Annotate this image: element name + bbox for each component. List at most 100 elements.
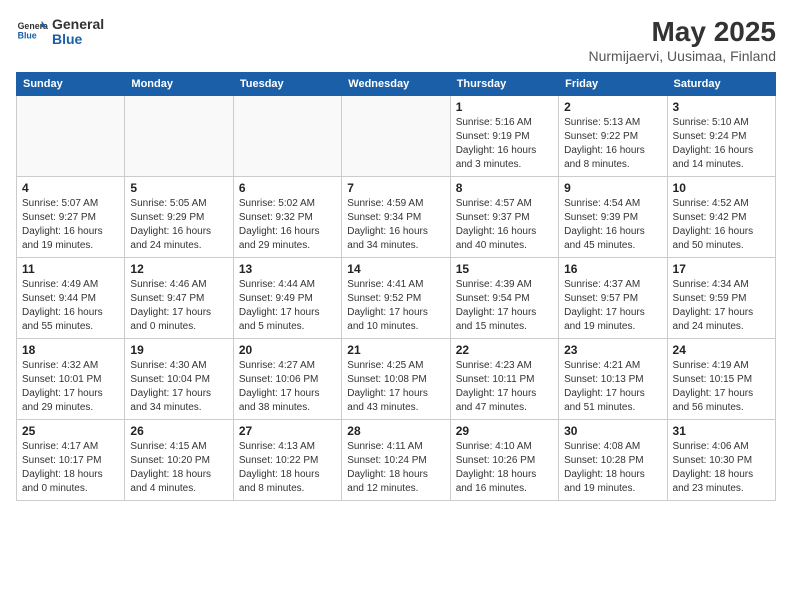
day-number: 1 [456, 100, 553, 114]
day-info: Sunrise: 4:21 AM Sunset: 10:13 PM Daylig… [564, 359, 661, 415]
day-info: Sunrise: 4:27 AM Sunset: 10:06 PM Daylig… [239, 359, 336, 415]
location: Nurmijaervi, Uusimaa, Finland [588, 48, 776, 64]
day-info: Sunrise: 4:57 AM Sunset: 9:37 PM Dayligh… [456, 197, 553, 253]
calendar-cell: 24 Sunrise: 4:19 AM Sunset: 10:15 PM Dayl… [667, 339, 775, 420]
calendar-table: SundayMondayTuesdayWednesdayThursdayFrid… [16, 72, 776, 501]
calendar-cell: 31 Sunrise: 4:06 AM Sunset: 10:30 PM Dayl… [667, 420, 775, 501]
day-number: 17 [673, 262, 770, 276]
calendar-cell: 10Sunrise: 4:52 AM Sunset: 9:42 PM Dayli… [667, 177, 775, 258]
calendar-cell: 16Sunrise: 4:37 AM Sunset: 9:57 PM Dayli… [559, 258, 667, 339]
day-number: 23 [564, 343, 661, 357]
day-info: Sunrise: 4:49 AM Sunset: 9:44 PM Dayligh… [22, 278, 119, 334]
day-number: 25 [22, 424, 119, 438]
weekday-header-saturday: Saturday [667, 73, 775, 96]
calendar-cell: 27 Sunrise: 4:13 AM Sunset: 10:22 PM Dayl… [233, 420, 341, 501]
day-info: Sunrise: 4:41 AM Sunset: 9:52 PM Dayligh… [347, 278, 444, 334]
logo-general-text: General [52, 17, 104, 32]
day-info: Sunrise: 4:46 AM Sunset: 9:47 PM Dayligh… [130, 278, 227, 334]
day-info: Sunrise: 4:17 AM Sunset: 10:17 PM Daylig… [22, 440, 119, 496]
calendar-cell: 9Sunrise: 4:54 AM Sunset: 9:39 PM Daylig… [559, 177, 667, 258]
calendar-cell: 22 Sunrise: 4:23 AM Sunset: 10:11 PM Dayl… [450, 339, 558, 420]
logo-icon: General Blue [16, 16, 48, 48]
calendar-cell: 26 Sunrise: 4:15 AM Sunset: 10:20 PM Dayl… [125, 420, 233, 501]
day-info: Sunrise: 5:05 AM Sunset: 9:29 PM Dayligh… [130, 197, 227, 253]
day-info: Sunrise: 4:32 AM Sunset: 10:01 PM Daylig… [22, 359, 119, 415]
calendar-cell [125, 96, 233, 177]
calendar-cell: 12 Sunrise: 4:46 AM Sunset: 9:47 PM Dayli… [125, 258, 233, 339]
calendar-cell [17, 96, 125, 177]
calendar-week-2: 4Sunrise: 5:07 AM Sunset: 9:27 PM Daylig… [17, 177, 776, 258]
calendar-cell: 29 Sunrise: 4:10 AM Sunset: 10:26 PM Dayl… [450, 420, 558, 501]
calendar-week-4: 18 Sunrise: 4:32 AM Sunset: 10:01 PM Dayl… [17, 339, 776, 420]
day-number: 14 [347, 262, 444, 276]
day-info: Sunrise: 4:30 AM Sunset: 10:04 PM Daylig… [130, 359, 227, 415]
day-info: Sunrise: 5:13 AM Sunset: 9:22 PM Dayligh… [564, 116, 661, 172]
day-number: 28 [347, 424, 444, 438]
day-info: Sunrise: 4:23 AM Sunset: 10:11 PM Daylig… [456, 359, 553, 415]
day-info: Sunrise: 4:59 AM Sunset: 9:34 PM Dayligh… [347, 197, 444, 253]
day-info: Sunrise: 4:37 AM Sunset: 9:57 PM Dayligh… [564, 278, 661, 334]
day-info: Sunrise: 4:39 AM Sunset: 9:54 PM Dayligh… [456, 278, 553, 334]
day-info: Sunrise: 4:44 AM Sunset: 9:49 PM Dayligh… [239, 278, 336, 334]
calendar-cell: 28 Sunrise: 4:11 AM Sunset: 10:24 PM Dayl… [342, 420, 450, 501]
calendar-cell: 8 Sunrise: 4:57 AM Sunset: 9:37 PM Daylig… [450, 177, 558, 258]
day-number: 10 [673, 181, 770, 195]
day-info: Sunrise: 5:16 AM Sunset: 9:19 PM Dayligh… [456, 116, 553, 172]
page-header: General Blue General Blue May 2025 Nurmi… [16, 16, 776, 64]
day-number: 20 [239, 343, 336, 357]
day-info: Sunrise: 4:06 AM Sunset: 10:30 PM Daylig… [673, 440, 770, 496]
day-number: 18 [22, 343, 119, 357]
calendar-cell: 1 Sunrise: 5:16 AM Sunset: 9:19 PM Daylig… [450, 96, 558, 177]
day-number: 30 [564, 424, 661, 438]
day-number: 19 [130, 343, 227, 357]
calendar-cell: 30 Sunrise: 4:08 AM Sunset: 10:28 PM Dayl… [559, 420, 667, 501]
day-number: 27 [239, 424, 336, 438]
day-number: 7 [347, 181, 444, 195]
calendar-week-5: 25 Sunrise: 4:17 AM Sunset: 10:17 PM Dayl… [17, 420, 776, 501]
day-number: 3 [673, 100, 770, 114]
day-number: 29 [456, 424, 553, 438]
calendar-cell: 3Sunrise: 5:10 AM Sunset: 9:24 PM Daylig… [667, 96, 775, 177]
calendar-cell [233, 96, 341, 177]
calendar-cell: 11Sunrise: 4:49 AM Sunset: 9:44 PM Dayli… [17, 258, 125, 339]
calendar-cell: 25 Sunrise: 4:17 AM Sunset: 10:17 PM Dayl… [17, 420, 125, 501]
weekday-header-thursday: Thursday [450, 73, 558, 96]
day-number: 26 [130, 424, 227, 438]
day-number: 12 [130, 262, 227, 276]
day-number: 15 [456, 262, 553, 276]
calendar-week-3: 11Sunrise: 4:49 AM Sunset: 9:44 PM Dayli… [17, 258, 776, 339]
logo-blue-text: Blue [52, 32, 104, 47]
day-number: 24 [673, 343, 770, 357]
day-info: Sunrise: 5:07 AM Sunset: 9:27 PM Dayligh… [22, 197, 119, 253]
calendar-cell: 20 Sunrise: 4:27 AM Sunset: 10:06 PM Dayl… [233, 339, 341, 420]
logo: General Blue General Blue [16, 16, 104, 48]
day-info: Sunrise: 4:11 AM Sunset: 10:24 PM Daylig… [347, 440, 444, 496]
day-info: Sunrise: 4:13 AM Sunset: 10:22 PM Daylig… [239, 440, 336, 496]
day-info: Sunrise: 4:08 AM Sunset: 10:28 PM Daylig… [564, 440, 661, 496]
calendar-cell: 19 Sunrise: 4:30 AM Sunset: 10:04 PM Dayl… [125, 339, 233, 420]
title-block: May 2025 Nurmijaervi, Uusimaa, Finland [588, 16, 776, 64]
day-number: 21 [347, 343, 444, 357]
weekday-header-row: SundayMondayTuesdayWednesdayThursdayFrid… [17, 73, 776, 96]
weekday-header-tuesday: Tuesday [233, 73, 341, 96]
calendar-week-1: 1 Sunrise: 5:16 AM Sunset: 9:19 PM Daylig… [17, 96, 776, 177]
day-info: Sunrise: 4:34 AM Sunset: 9:59 PM Dayligh… [673, 278, 770, 334]
day-number: 8 [456, 181, 553, 195]
day-number: 31 [673, 424, 770, 438]
day-info: Sunrise: 4:15 AM Sunset: 10:20 PM Daylig… [130, 440, 227, 496]
weekday-header-sunday: Sunday [17, 73, 125, 96]
day-number: 22 [456, 343, 553, 357]
calendar-cell: 15 Sunrise: 4:39 AM Sunset: 9:54 PM Dayli… [450, 258, 558, 339]
day-info: Sunrise: 4:25 AM Sunset: 10:08 PM Daylig… [347, 359, 444, 415]
weekday-header-monday: Monday [125, 73, 233, 96]
day-info: Sunrise: 4:10 AM Sunset: 10:26 PM Daylig… [456, 440, 553, 496]
calendar-cell: 5 Sunrise: 5:05 AM Sunset: 9:29 PM Daylig… [125, 177, 233, 258]
svg-text:Blue: Blue [18, 30, 37, 40]
calendar-cell: 23 Sunrise: 4:21 AM Sunset: 10:13 PM Dayl… [559, 339, 667, 420]
day-number: 13 [239, 262, 336, 276]
calendar-cell [342, 96, 450, 177]
day-number: 5 [130, 181, 227, 195]
calendar-cell: 13 Sunrise: 4:44 AM Sunset: 9:49 PM Dayli… [233, 258, 341, 339]
day-info: Sunrise: 5:02 AM Sunset: 9:32 PM Dayligh… [239, 197, 336, 253]
day-info: Sunrise: 4:19 AM Sunset: 10:15 PM Daylig… [673, 359, 770, 415]
